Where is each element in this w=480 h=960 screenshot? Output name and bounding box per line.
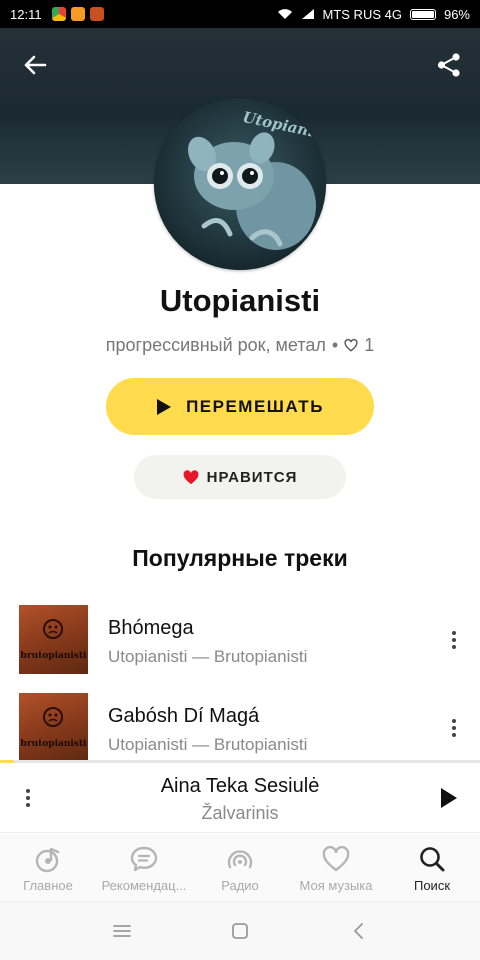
artist-avatar: Utopianisti: [154, 98, 326, 270]
system-home-button[interactable]: [220, 911, 260, 951]
more-dot: [452, 719, 456, 723]
more-dot: [452, 631, 456, 635]
wifi-icon: [277, 9, 292, 19]
track-more-button[interactable]: [442, 713, 466, 743]
player-track-title: Aina Teka Sesiulė: [160, 775, 320, 797]
heart-outline-icon: [344, 339, 358, 352]
home-note-icon: [33, 844, 63, 874]
cover-text: brutopianisti: [20, 651, 87, 661]
nav-item-radio[interactable]: Радио: [192, 834, 288, 901]
mini-player[interactable]: Aina Teka Sesiulė Žalvarinis: [0, 763, 480, 833]
like-button[interactable]: НРАВИТСЯ: [134, 455, 346, 499]
nav-item-recommendations[interactable]: Рекомендац...: [96, 834, 192, 901]
heart-filled-icon: [183, 469, 199, 484]
nav-item-home[interactable]: Главное: [0, 834, 96, 901]
nav-label: Радио: [221, 878, 259, 893]
track-cover: brutopianisti: [19, 693, 88, 762]
player-play-button[interactable]: [434, 783, 464, 813]
cover-text: brutopianisti: [20, 739, 87, 749]
battery-level: 96%: [443, 6, 470, 22]
more-dot: [452, 638, 456, 642]
nav-item-search[interactable]: Поиск: [384, 834, 480, 901]
system-navigation-bar: [0, 902, 480, 960]
system-menu-button[interactable]: [102, 911, 142, 951]
chrome-app-icon: [51, 7, 66, 21]
likes-count: 1: [364, 335, 375, 355]
nav-label: Рекомендац...: [101, 878, 187, 893]
menu-icon: [113, 925, 131, 937]
popular-tracks-title: Популярные треки: [132, 545, 348, 571]
heart-icon: [321, 844, 351, 874]
shuffle-label: ПЕРЕМЕШАТЬ: [186, 396, 324, 416]
square-home-icon: [232, 923, 248, 939]
carrier-label: MTS RUS 4G: [322, 6, 402, 22]
play-icon: [157, 398, 172, 415]
back-button[interactable]: [18, 50, 52, 80]
artist-genres: прогрессивный рок, метал: [105, 335, 326, 355]
track-subtitle: Utopianisti — Brutopianisti: [108, 735, 308, 754]
player-track-artist: Žalvarinis: [201, 803, 279, 823]
like-label: НРАВИТСЯ: [206, 468, 298, 486]
more-dot: [452, 645, 456, 649]
status-time: 12:11: [10, 6, 42, 22]
nav-label: Главное: [23, 878, 73, 893]
play-icon: [441, 788, 457, 808]
track-row[interactable]: brutopianisti Bhómega Utopianisti — Brut…: [0, 605, 480, 681]
arrow-left-icon: [24, 55, 47, 75]
shuffle-button[interactable]: ПЕРЕМЕШАТЬ: [106, 378, 374, 435]
system-back-button[interactable]: [338, 911, 378, 951]
radio-icon: [225, 844, 255, 874]
track-row[interactable]: brutopianisti Gabósh Dí Magá Utopianisti…: [0, 693, 480, 769]
artist-meta: прогрессивный рок, метал • 1: [0, 335, 480, 356]
chat-icon: [129, 844, 159, 874]
track-title: Gabósh Dí Magá: [108, 705, 260, 727]
artist-name: Utopianisti: [159, 283, 321, 318]
signal-icon: [301, 9, 314, 19]
app-notification-icon: [70, 7, 85, 21]
track-title: Bhómega: [108, 617, 194, 639]
meta-separator: •: [331, 335, 339, 355]
share-button[interactable]: [432, 50, 466, 80]
more-dot: [452, 726, 456, 730]
share-icon: [437, 53, 460, 77]
bottom-navigation: Главное Рекомендац... Радио Моя музыка П…: [0, 834, 480, 902]
cover-art-face-icon: [43, 619, 63, 639]
nav-item-my-music[interactable]: Моя музыка: [288, 834, 384, 901]
track-cover: brutopianisti: [19, 605, 88, 674]
cover-art-face-icon: [43, 707, 63, 727]
app-notification-icon-2: [89, 7, 104, 21]
tarsier-artwork: Utopianisti: [154, 98, 326, 270]
nav-label: Моя музыка: [299, 878, 373, 893]
search-icon: [417, 844, 447, 874]
more-dot: [452, 733, 456, 737]
track-subtitle: Utopianisti — Brutopianisti: [108, 647, 308, 666]
nav-label: Поиск: [413, 878, 451, 893]
status-bar: 12:11 MTS RUS 4G 96%: [0, 0, 480, 28]
battery-icon: [409, 8, 436, 20]
chevron-left-icon: [354, 923, 363, 939]
track-more-button[interactable]: [442, 625, 466, 655]
